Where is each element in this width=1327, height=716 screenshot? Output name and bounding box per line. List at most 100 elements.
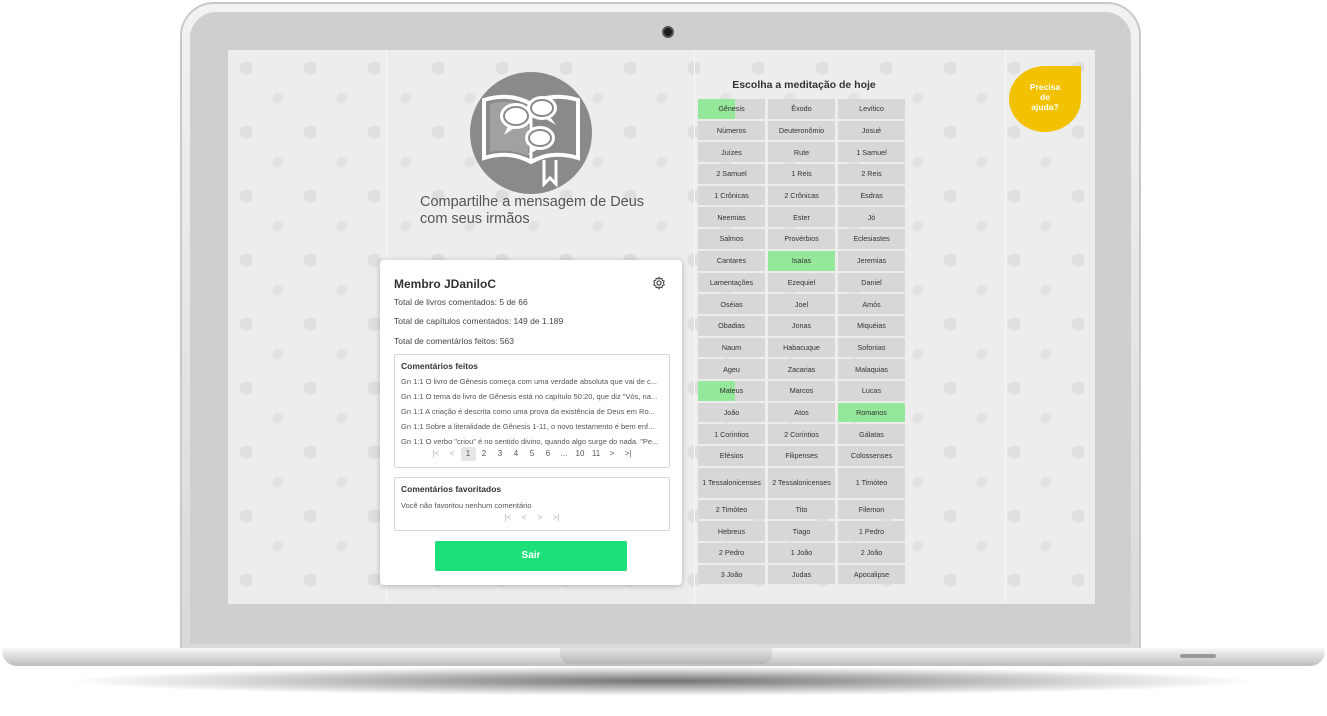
book-button[interactable]: 2 Reis: [838, 164, 905, 184]
book-button[interactable]: Cantares: [698, 250, 765, 271]
first-page-icon[interactable]: |<: [429, 447, 444, 461]
book-button[interactable]: Provérbios: [768, 229, 835, 249]
book-button[interactable]: Gênesis: [698, 99, 765, 119]
book-button[interactable]: Efésios: [698, 446, 765, 466]
webcam-icon: [662, 26, 674, 38]
book-button[interactable]: Miquéias: [838, 315, 905, 336]
book-button[interactable]: Josué: [838, 120, 905, 141]
last-page-icon[interactable]: >|: [549, 511, 564, 525]
book-button[interactable]: Jonas: [768, 315, 835, 336]
book-button[interactable]: Eclesiastes: [838, 229, 905, 249]
book-button[interactable]: 2 João: [838, 543, 905, 563]
book-button[interactable]: Zacarias: [768, 359, 835, 379]
book-button[interactable]: Isaías: [768, 250, 835, 271]
book-button[interactable]: Colossenses: [838, 446, 905, 466]
book-button[interactable]: Malaquias: [838, 359, 905, 379]
book-button[interactable]: Ester: [768, 207, 835, 228]
comment-item[interactable]: Gn 1:1 Sobre a literalidade de Gênesis 1…: [401, 422, 663, 431]
book-button[interactable]: Naum: [698, 337, 765, 358]
comment-item[interactable]: Gn 1:1 O verbo "criou" é no sentido divi…: [401, 437, 663, 446]
book-button[interactable]: 1 Crônicas: [698, 185, 765, 206]
book-button[interactable]: 2 Tessalonicenses: [768, 467, 835, 498]
book-button[interactable]: 1 Timóteo: [838, 467, 905, 498]
book-button[interactable]: Obadias: [698, 315, 765, 336]
page-button[interactable]: 4: [509, 447, 524, 461]
book-button[interactable]: 1 Coríntios: [698, 424, 765, 444]
book-button[interactable]: Apocalipse: [838, 564, 905, 585]
book-button[interactable]: Jeremias: [838, 250, 905, 271]
book-button[interactable]: Sofonias: [838, 337, 905, 358]
prev-page-icon[interactable]: <: [517, 511, 532, 525]
book-button[interactable]: 2 Timóteo: [698, 499, 765, 520]
book-button[interactable]: Judas: [768, 564, 835, 585]
books-title: Escolha a meditação de hoje: [732, 79, 876, 91]
book-button[interactable]: Lamentações: [698, 272, 765, 293]
book-button[interactable]: Tiago: [768, 521, 835, 542]
book-button[interactable]: Lucas: [838, 380, 905, 401]
page-button[interactable]: 1: [460, 447, 476, 461]
page-button[interactable]: 5: [525, 447, 540, 461]
comment-item[interactable]: Gn 1:1 O livro de Gênesis começa com uma…: [401, 377, 663, 386]
book-button[interactable]: Esdras: [838, 185, 905, 206]
book-button[interactable]: Oséias: [698, 294, 765, 314]
page-button[interactable]: 2: [477, 447, 492, 461]
book-button[interactable]: Gálatas: [838, 424, 905, 444]
comments-pagination: |< < 1 2 3 4 5 6 ... 10 11 > >|: [395, 447, 669, 461]
book-button[interactable]: Romanos: [838, 402, 905, 423]
page-button[interactable]: 3: [493, 447, 508, 461]
book-button[interactable]: 2 Samuel: [698, 164, 765, 184]
book-button[interactable]: Tito: [768, 499, 835, 520]
hero-tagline-line: Compartilhe a mensagem de Deus: [420, 194, 645, 210]
book-button[interactable]: João: [698, 402, 765, 423]
laptop-base-detail: [1180, 654, 1216, 658]
book-button[interactable]: Mateus: [698, 380, 765, 401]
book-button[interactable]: Joel: [768, 294, 835, 314]
bible-chat-logo-icon: [470, 72, 592, 194]
help-button[interactable]: Precisa de ajuda?: [1009, 66, 1081, 132]
book-button[interactable]: Habacuque: [768, 337, 835, 358]
column-divider: [694, 50, 695, 604]
book-button[interactable]: 3 João: [698, 564, 765, 585]
book-button[interactable]: 1 Samuel: [838, 142, 905, 163]
stat-books-commented: Total de livros comentados: 5 de 66: [394, 297, 528, 307]
book-button[interactable]: Daniel: [838, 272, 905, 293]
book-button[interactable]: Juízes: [698, 142, 765, 163]
page-button[interactable]: 11: [589, 447, 604, 461]
book-button[interactable]: 2 Pedro: [698, 543, 765, 563]
next-page-icon[interactable]: >: [533, 511, 548, 525]
hero-tagline: Compartilhe a mensagem de Deus com seus …: [420, 194, 660, 228]
last-page-icon[interactable]: >|: [621, 447, 636, 461]
book-button[interactable]: Filipenses: [768, 446, 835, 466]
book-button[interactable]: Salmos: [698, 229, 765, 249]
book-button[interactable]: Rute: [768, 142, 835, 163]
book-button[interactable]: Êxodo: [768, 99, 835, 119]
logout-button[interactable]: Sair: [435, 541, 627, 571]
book-button[interactable]: 1 Reis: [768, 164, 835, 184]
book-button[interactable]: Números: [698, 120, 765, 141]
prev-page-icon[interactable]: <: [445, 447, 460, 461]
gear-icon[interactable]: [652, 276, 666, 290]
comment-item[interactable]: Gn 1:1 O tema do livro de Gênesis está n…: [401, 392, 663, 401]
page-button[interactable]: 6: [541, 447, 556, 461]
book-button[interactable]: Levítico: [838, 99, 905, 119]
book-button[interactable]: Hebreus: [698, 521, 765, 542]
first-page-icon[interactable]: |<: [501, 511, 516, 525]
book-button[interactable]: 1 Pedro: [838, 521, 905, 542]
book-button[interactable]: 1 Tessalonicenses: [698, 467, 765, 498]
book-button[interactable]: Marcos: [768, 380, 835, 401]
book-button[interactable]: Ageu: [698, 359, 765, 379]
book-button[interactable]: 1 João: [768, 543, 835, 563]
book-button[interactable]: Filemon: [838, 499, 905, 520]
book-button[interactable]: Amós: [838, 294, 905, 314]
book-button[interactable]: 2 Crônicas: [768, 185, 835, 206]
book-button[interactable]: Atos: [768, 402, 835, 423]
next-page-icon[interactable]: >: [605, 447, 620, 461]
book-button[interactable]: Deuteronômio: [768, 120, 835, 141]
book-button[interactable]: Jó: [838, 207, 905, 228]
comments-made-panel: Comentários feitos Gn 1:1 O livro de Gên…: [394, 354, 670, 468]
book-button[interactable]: Ezequiel: [768, 272, 835, 293]
book-button[interactable]: Neemias: [698, 207, 765, 228]
page-button[interactable]: 10: [573, 447, 588, 461]
book-button[interactable]: 2 Coríntios: [768, 424, 835, 444]
comment-item[interactable]: Gn 1:1 A criação é descrita como uma pro…: [401, 407, 663, 416]
